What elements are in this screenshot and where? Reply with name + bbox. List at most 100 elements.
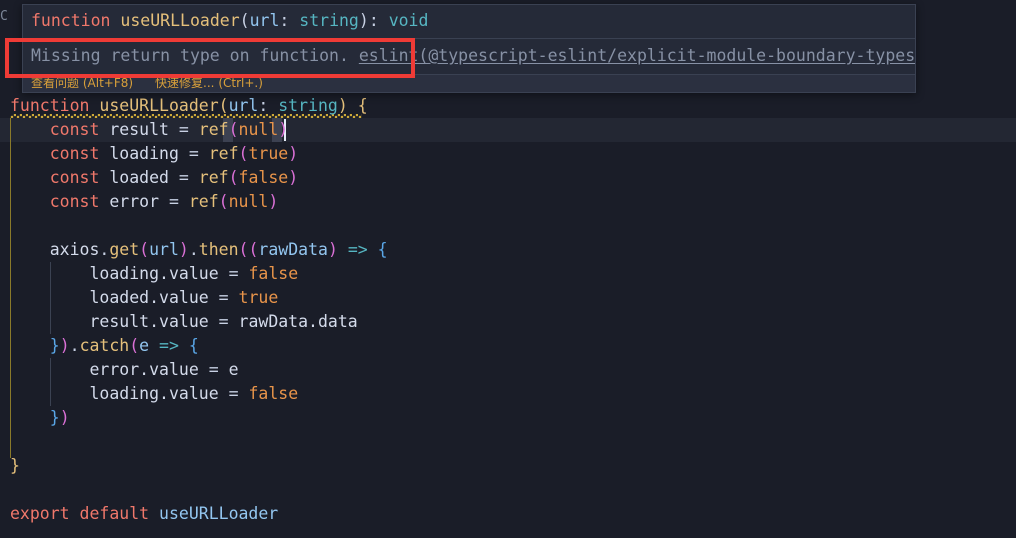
code-line-11[interactable]: }).catch(e => {: [0, 334, 1016, 358]
token-dot: .: [99, 240, 110, 259]
code-line-13[interactable]: loading.value = false: [0, 382, 1016, 406]
hover-tooltip[interactable]: function useURLLoader(url: string): void…: [22, 4, 916, 93]
token-brace-close: }: [49, 408, 60, 427]
eslint-rule-link[interactable]: eslint(@typescript-eslint/explicit-modul…: [359, 46, 915, 65]
token-arrow: =>: [337, 240, 378, 259]
token-call: ref: [208, 144, 239, 163]
hover-action-bar[interactable]: 查看问题 (Alt+F8) 快速修复... (Ctrl+.): [23, 75, 915, 92]
token-paren-close: ): [337, 96, 348, 115]
token-value: e: [228, 360, 239, 379]
code-line-10[interactable]: result.value = rawData.data: [0, 310, 1016, 334]
token-operator: =: [228, 264, 249, 283]
token-keyword: const: [49, 192, 100, 211]
token-operator: =: [178, 168, 199, 187]
token-operator: =: [168, 192, 189, 211]
code-line-12[interactable]: error.value = e: [0, 358, 1016, 382]
token-literal: null: [238, 120, 279, 139]
token-operator: =: [178, 120, 199, 139]
token-operator: =: [208, 360, 229, 379]
code-line-16[interactable]: }: [0, 454, 1016, 478]
token-paren-open: (: [218, 96, 229, 115]
token-operator: =: [228, 384, 249, 403]
token-paren-close: ): [358, 11, 369, 30]
view-problem-label: 查看问题: [31, 76, 80, 90]
token-value: rawData.data: [238, 312, 358, 331]
code-line-4[interactable]: const loaded = ref(false): [0, 166, 1016, 190]
token-paren-close: ): [327, 240, 338, 259]
token-call: ref: [188, 192, 219, 211]
code-line-1[interactable]: function useURLLoader(url: string) {: [0, 94, 1016, 118]
code-line-2[interactable]: const result = ref(null): [0, 118, 1016, 142]
token-property: .value: [139, 360, 209, 379]
diagnostic-message: Missing return type on function.: [31, 46, 349, 65]
token-return-type: void: [388, 11, 429, 30]
code-line-18[interactable]: export default useURLLoader: [0, 502, 1016, 526]
token-call: ref: [198, 168, 229, 187]
hover-signature: function useURLLoader(url: string): void: [23, 5, 915, 39]
token-arg: e: [139, 336, 150, 355]
token-paren-open: (: [239, 11, 250, 30]
token-method: get: [109, 240, 140, 259]
token-paren-open: (: [228, 120, 239, 139]
code-line-9[interactable]: loaded.value = true: [0, 286, 1016, 310]
quick-fix-label: 快速修复...: [155, 76, 215, 90]
token-paren-open: ((: [238, 240, 259, 259]
token-method: then: [198, 240, 239, 259]
token-identifier: result: [99, 120, 179, 139]
token-colon: :: [258, 96, 279, 115]
token-literal: false: [238, 168, 289, 187]
token-keyword: const: [49, 144, 100, 163]
token-paren-open: (: [139, 240, 150, 259]
token-dot: .: [69, 336, 80, 355]
token-keyword-default: default: [69, 504, 150, 523]
token-paren-open: (: [218, 192, 229, 211]
token-literal: false: [248, 264, 299, 283]
token-colon: :: [279, 11, 300, 30]
partial-character: C: [0, 9, 8, 24]
token-arg: rawData: [258, 240, 328, 259]
token-object: loading: [89, 264, 160, 283]
token-brace-close: }: [49, 336, 60, 355]
hover-message: Missing return type on function. eslint(…: [23, 39, 915, 75]
token-identifier: loading: [99, 144, 189, 163]
token-paren-close: ): [59, 408, 70, 427]
token-literal: true: [238, 288, 279, 307]
token-keyword: function: [31, 11, 111, 30]
token-keyword: const: [49, 120, 100, 139]
token-param: url: [228, 96, 259, 115]
code-line-3[interactable]: const loading = ref(true): [0, 142, 1016, 166]
token-object: axios: [49, 240, 100, 259]
token-paren-close: ): [178, 240, 189, 259]
token-identifier: useURLLoader: [149, 504, 279, 523]
token-operator: =: [188, 144, 209, 163]
token-paren-close: ): [278, 120, 289, 139]
token-dot: .: [188, 240, 199, 259]
token-brace-open: {: [377, 240, 388, 259]
token-object: loading: [89, 384, 160, 403]
token-paren-open: (: [228, 168, 239, 187]
token-brace-open: {: [188, 336, 199, 355]
token-paren-close: ): [288, 168, 299, 187]
token-literal: false: [248, 384, 299, 403]
token-property: .value: [149, 288, 219, 307]
token-keyword: function: [10, 96, 90, 115]
token-param-type: string: [299, 11, 359, 30]
token-paren-close: ): [288, 144, 299, 163]
token-literal: null: [228, 192, 269, 211]
code-line-14[interactable]: }): [0, 406, 1016, 430]
token-brace-close: }: [10, 456, 20, 475]
code-line-7[interactable]: axios.get(url).then((rawData) => {: [0, 238, 1016, 262]
token-function-name: useURLLoader: [120, 11, 240, 30]
token-arrow: =>: [149, 336, 189, 355]
quick-fix-action[interactable]: 快速修复... (Ctrl+.): [155, 76, 263, 90]
code-line-5[interactable]: const error = ref(null): [0, 190, 1016, 214]
quick-fix-shortcut: (Ctrl+.): [218, 76, 263, 90]
token-operator: =: [218, 312, 239, 331]
token-object: error: [89, 360, 140, 379]
token-object: loaded: [89, 288, 150, 307]
code-line-8[interactable]: loading.value = false: [0, 262, 1016, 286]
view-problem-action[interactable]: 查看问题 (Alt+F8): [31, 76, 133, 90]
token-param: url: [249, 11, 280, 30]
token-paren-close: ): [268, 192, 279, 211]
token-keyword: const: [49, 168, 100, 187]
